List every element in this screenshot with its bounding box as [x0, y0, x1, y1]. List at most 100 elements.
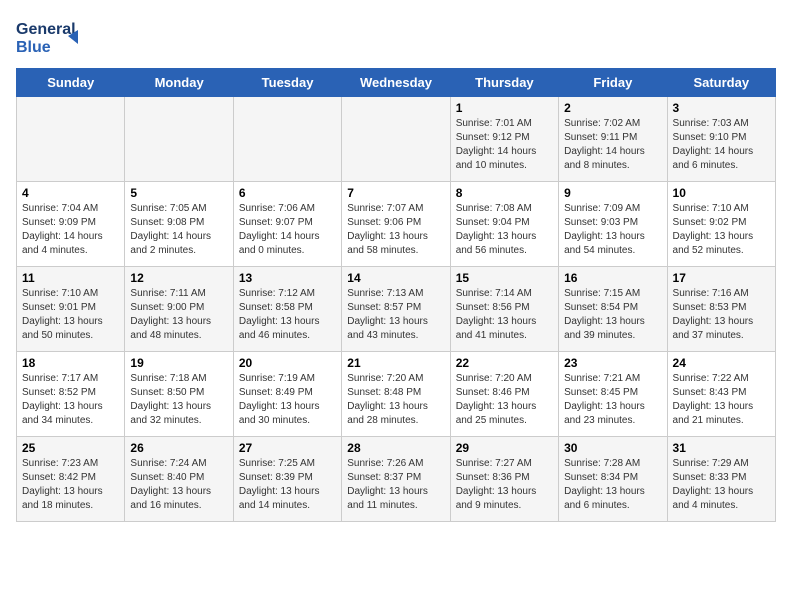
day-number: 11	[22, 271, 119, 285]
week-row-1: 1 Sunrise: 7:01 AM Sunset: 9:12 PM Daylig…	[17, 97, 776, 182]
day-info: Sunrise: 7:19 AM Sunset: 8:49 PM Dayligh…	[239, 372, 336, 428]
day-number: 17	[673, 271, 770, 285]
day-number: 27	[239, 441, 336, 455]
day-info: Sunrise: 7:16 AM Sunset: 8:53 PM Dayligh…	[673, 287, 770, 343]
day-info: Sunrise: 7:29 AM Sunset: 8:33 PM Dayligh…	[673, 457, 770, 513]
day-number: 2	[564, 101, 661, 115]
calendar-cell: 11Sunrise: 7:10 AM Sunset: 9:01 PM Dayli…	[17, 267, 125, 352]
day-info: Sunrise: 7:28 AM Sunset: 8:34 PM Dayligh…	[564, 457, 661, 513]
calendar-cell: 18 Sunrise: 7:17 AM Sunset: 8:52 PM Dayli…	[17, 352, 125, 437]
day-info: Sunrise: 7:08 AM Sunset: 9:04 PM Dayligh…	[456, 202, 553, 258]
day-number: 26	[130, 441, 227, 455]
calendar-cell	[233, 97, 341, 182]
day-number: 1	[456, 101, 553, 115]
calendar-cell: 13 Sunrise: 7:12 AM Sunset: 8:58 PM Dayli…	[233, 267, 341, 352]
week-row-5: 25Sunrise: 7:23 AM Sunset: 8:42 PM Dayli…	[17, 437, 776, 522]
day-info: Sunrise: 7:20 AM Sunset: 8:48 PM Dayligh…	[347, 372, 444, 428]
day-info: Sunrise: 7:22 AM Sunset: 8:43 PM Dayligh…	[673, 372, 770, 428]
day-number: 21	[347, 356, 444, 370]
day-number: 10	[673, 186, 770, 200]
day-info: Sunrise: 7:07 AM Sunset: 9:06 PM Dayligh…	[347, 202, 444, 258]
svg-text:General: General	[16, 21, 76, 38]
day-number: 24	[673, 356, 770, 370]
calendar-cell: 8 Sunrise: 7:08 AM Sunset: 9:04 PM Daylig…	[450, 182, 558, 267]
header-row: SundayMondayTuesdayWednesdayThursdayFrid…	[17, 69, 776, 97]
calendar-cell: 17 Sunrise: 7:16 AM Sunset: 8:53 PM Dayli…	[667, 267, 775, 352]
calendar-cell: 20 Sunrise: 7:19 AM Sunset: 8:49 PM Dayli…	[233, 352, 341, 437]
day-info: Sunrise: 7:17 AM Sunset: 8:52 PM Dayligh…	[22, 372, 119, 428]
day-number: 31	[673, 441, 770, 455]
day-info: Sunrise: 7:26 AM Sunset: 8:37 PM Dayligh…	[347, 457, 444, 513]
day-number: 25	[22, 441, 119, 455]
logo-icon: GeneralBlue	[16, 16, 86, 58]
calendar-cell: 26 Sunrise: 7:24 AM Sunset: 8:40 PM Dayli…	[125, 437, 233, 522]
week-row-4: 18 Sunrise: 7:17 AM Sunset: 8:52 PM Dayli…	[17, 352, 776, 437]
calendar-body: 1 Sunrise: 7:01 AM Sunset: 9:12 PM Daylig…	[17, 97, 776, 522]
day-number: 8	[456, 186, 553, 200]
day-number: 23	[564, 356, 661, 370]
calendar-cell: 24 Sunrise: 7:22 AM Sunset: 8:43 PM Dayli…	[667, 352, 775, 437]
day-number: 4	[22, 186, 119, 200]
day-info: Sunrise: 7:25 AM Sunset: 8:39 PM Dayligh…	[239, 457, 336, 513]
day-info: Sunrise: 7:02 AM Sunset: 9:11 PM Dayligh…	[564, 117, 661, 173]
header-day-monday: Monday	[125, 69, 233, 97]
calendar-cell: 30 Sunrise: 7:28 AM Sunset: 8:34 PM Dayli…	[559, 437, 667, 522]
header-day-wednesday: Wednesday	[342, 69, 450, 97]
day-number: 19	[130, 356, 227, 370]
calendar-cell: 28 Sunrise: 7:26 AM Sunset: 8:37 PM Dayli…	[342, 437, 450, 522]
day-number: 18	[22, 356, 119, 370]
day-number: 9	[564, 186, 661, 200]
calendar-cell: 19 Sunrise: 7:18 AM Sunset: 8:50 PM Dayli…	[125, 352, 233, 437]
svg-text:Blue: Blue	[16, 39, 51, 56]
week-row-2: 4Sunrise: 7:04 AM Sunset: 9:09 PM Daylig…	[17, 182, 776, 267]
logo: GeneralBlue	[16, 16, 86, 58]
day-info: Sunrise: 7:05 AM Sunset: 9:08 PM Dayligh…	[130, 202, 227, 258]
page-header: GeneralBlue	[16, 16, 776, 58]
header-day-tuesday: Tuesday	[233, 69, 341, 97]
calendar-cell: 4Sunrise: 7:04 AM Sunset: 9:09 PM Daylig…	[17, 182, 125, 267]
week-row-3: 11Sunrise: 7:10 AM Sunset: 9:01 PM Dayli…	[17, 267, 776, 352]
day-info: Sunrise: 7:11 AM Sunset: 9:00 PM Dayligh…	[130, 287, 227, 343]
header-day-sunday: Sunday	[17, 69, 125, 97]
header-day-friday: Friday	[559, 69, 667, 97]
day-info: Sunrise: 7:10 AM Sunset: 9:02 PM Dayligh…	[673, 202, 770, 258]
day-number: 20	[239, 356, 336, 370]
day-number: 30	[564, 441, 661, 455]
day-info: Sunrise: 7:14 AM Sunset: 8:56 PM Dayligh…	[456, 287, 553, 343]
day-info: Sunrise: 7:18 AM Sunset: 8:50 PM Dayligh…	[130, 372, 227, 428]
day-number: 12	[130, 271, 227, 285]
calendar-cell: 2 Sunrise: 7:02 AM Sunset: 9:11 PM Daylig…	[559, 97, 667, 182]
day-number: 14	[347, 271, 444, 285]
header-day-thursday: Thursday	[450, 69, 558, 97]
calendar-cell: 14 Sunrise: 7:13 AM Sunset: 8:57 PM Dayli…	[342, 267, 450, 352]
calendar-cell: 21 Sunrise: 7:20 AM Sunset: 8:48 PM Dayli…	[342, 352, 450, 437]
day-number: 6	[239, 186, 336, 200]
calendar-cell: 22Sunrise: 7:20 AM Sunset: 8:46 PM Dayli…	[450, 352, 558, 437]
calendar-cell: 29Sunrise: 7:27 AM Sunset: 8:36 PM Dayli…	[450, 437, 558, 522]
calendar-cell: 31 Sunrise: 7:29 AM Sunset: 8:33 PM Dayli…	[667, 437, 775, 522]
calendar-cell	[125, 97, 233, 182]
calendar-header: SundayMondayTuesdayWednesdayThursdayFrid…	[17, 69, 776, 97]
day-number: 7	[347, 186, 444, 200]
day-info: Sunrise: 7:24 AM Sunset: 8:40 PM Dayligh…	[130, 457, 227, 513]
day-number: 15	[456, 271, 553, 285]
day-number: 13	[239, 271, 336, 285]
day-info: Sunrise: 7:20 AM Sunset: 8:46 PM Dayligh…	[456, 372, 553, 428]
day-info: Sunrise: 7:09 AM Sunset: 9:03 PM Dayligh…	[564, 202, 661, 258]
day-info: Sunrise: 7:15 AM Sunset: 8:54 PM Dayligh…	[564, 287, 661, 343]
day-number: 3	[673, 101, 770, 115]
day-info: Sunrise: 7:01 AM Sunset: 9:12 PM Dayligh…	[456, 117, 553, 173]
day-number: 28	[347, 441, 444, 455]
calendar-cell: 5 Sunrise: 7:05 AM Sunset: 9:08 PM Daylig…	[125, 182, 233, 267]
day-info: Sunrise: 7:06 AM Sunset: 9:07 PM Dayligh…	[239, 202, 336, 258]
day-info: Sunrise: 7:21 AM Sunset: 8:45 PM Dayligh…	[564, 372, 661, 428]
day-number: 5	[130, 186, 227, 200]
day-info: Sunrise: 7:12 AM Sunset: 8:58 PM Dayligh…	[239, 287, 336, 343]
day-info: Sunrise: 7:03 AM Sunset: 9:10 PM Dayligh…	[673, 117, 770, 173]
day-info: Sunrise: 7:13 AM Sunset: 8:57 PM Dayligh…	[347, 287, 444, 343]
header-day-saturday: Saturday	[667, 69, 775, 97]
calendar-cell: 25Sunrise: 7:23 AM Sunset: 8:42 PM Dayli…	[17, 437, 125, 522]
calendar-cell	[342, 97, 450, 182]
day-number: 29	[456, 441, 553, 455]
day-number: 16	[564, 271, 661, 285]
